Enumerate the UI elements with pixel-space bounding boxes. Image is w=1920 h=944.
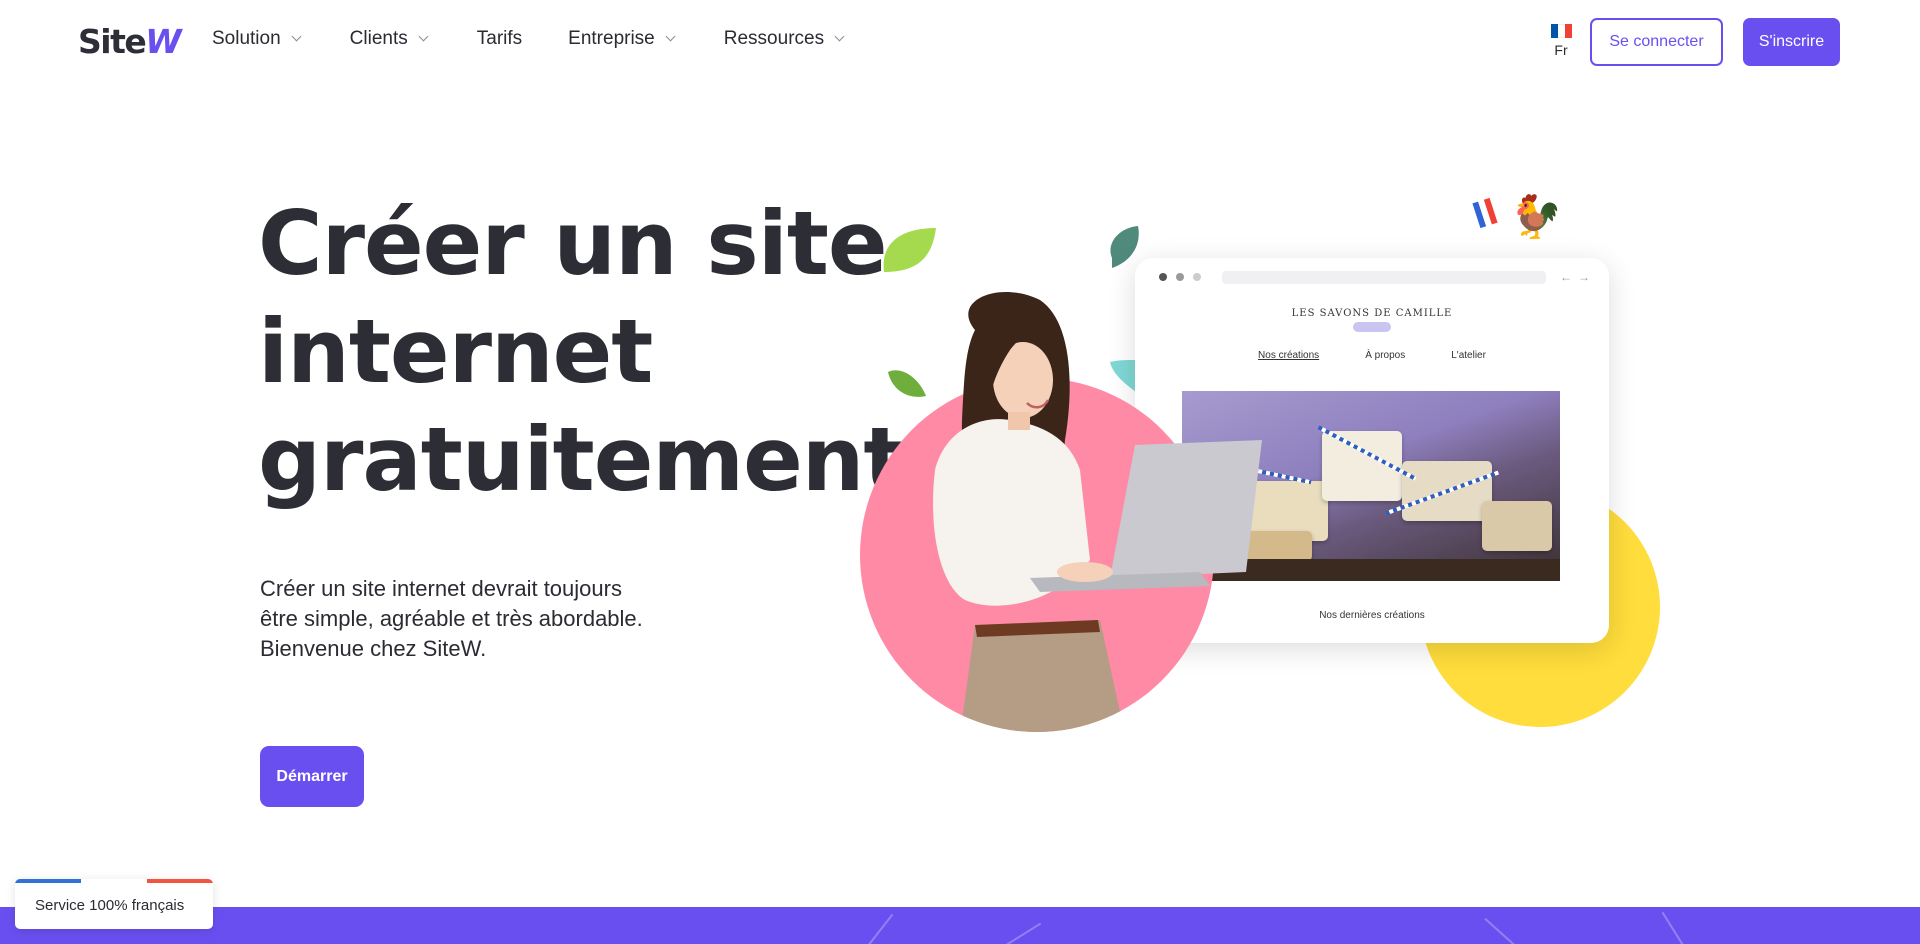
service-badge[interactable]: Service 100% français: [15, 879, 213, 929]
woman-illustration: [860, 291, 1262, 732]
band-decor-line: [1484, 917, 1538, 944]
bottom-band: [0, 907, 1920, 944]
hero-illustration: ←→ LES SAVONS DE CAMILLE Nos créations À…: [0, 0, 1920, 944]
rooster-icon: 🐓: [1510, 193, 1563, 240]
band-decor-line: [848, 913, 894, 944]
flag-stripe: [15, 879, 213, 883]
band-decor-line: [980, 922, 1042, 944]
badge-label: Service 100% français: [35, 897, 185, 914]
band-decor-line: [1661, 911, 1701, 944]
